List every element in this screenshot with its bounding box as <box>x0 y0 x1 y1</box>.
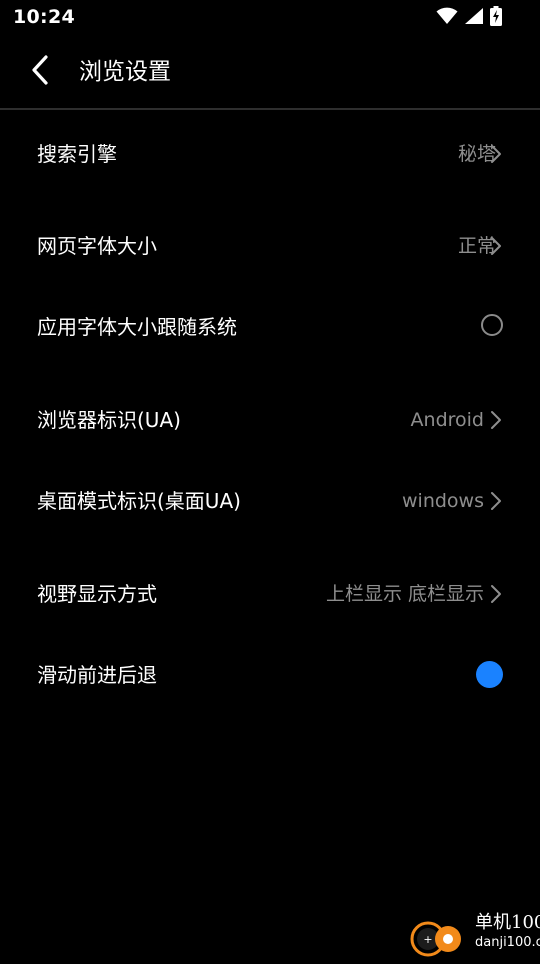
signal-icon <box>464 7 484 29</box>
setting-label: 视野显示方式 <box>37 582 157 606</box>
setting-row-user-agent[interactable]: 浏览器标识(UA) Android <box>0 390 540 450</box>
app-bar: 浏览设置 <box>0 36 540 108</box>
back-button[interactable] <box>22 54 58 90</box>
setting-row-desktop-ua[interactable]: 桌面模式标识(桌面UA) windows <box>0 471 540 531</box>
setting-label: 应用字体大小跟随系统 <box>37 315 237 339</box>
header-divider <box>0 108 540 110</box>
watermark-url: danji100.com <box>475 935 540 950</box>
radio-unchecked[interactable] <box>481 314 503 336</box>
setting-value: 上栏显示 底栏显示 <box>325 583 484 605</box>
radio-checked[interactable] <box>476 661 503 688</box>
setting-row-view-display-mode[interactable]: 视野显示方式 上栏显示 底栏显示 <box>0 564 540 624</box>
page-title: 浏览设置 <box>79 59 171 85</box>
setting-row-app-font-follow-system[interactable]: 应用字体大小跟随系统 <box>0 297 540 357</box>
setting-label: 桌面模式标识(桌面UA) <box>37 489 241 513</box>
chevron-right-icon <box>490 236 502 256</box>
setting-value: windows <box>402 490 484 512</box>
setting-label: 搜索引擎 <box>37 142 117 166</box>
status-icons <box>436 6 502 30</box>
chevron-left-icon <box>30 55 50 89</box>
setting-label: 滑动前进后退 <box>37 663 157 687</box>
setting-label: 浏览器标识(UA) <box>37 408 181 432</box>
watermark-logo-icon: + <box>408 914 468 960</box>
chevron-right-icon <box>490 584 502 604</box>
setting-label: 网页字体大小 <box>37 234 157 258</box>
status-time: 10:24 <box>13 6 75 28</box>
chevron-right-icon <box>490 144 502 164</box>
watermark-title: 单机100网 <box>475 912 540 933</box>
watermark: + 单机100网 danji100.com <box>380 908 540 960</box>
setting-row-swipe-navigation[interactable]: 滑动前进后退 <box>0 645 540 705</box>
wifi-icon <box>436 7 458 29</box>
status-bar: 10:24 <box>0 0 540 36</box>
setting-row-search-engine[interactable]: 搜索引擎 秘塔 <box>0 124 540 184</box>
svg-text:+: + <box>423 933 432 946</box>
battery-charging-icon <box>490 6 502 30</box>
setting-row-web-font-size[interactable]: 网页字体大小 正常 <box>0 216 540 276</box>
chevron-right-icon <box>490 410 502 430</box>
chevron-right-icon <box>490 491 502 511</box>
setting-value: Android <box>410 409 484 431</box>
